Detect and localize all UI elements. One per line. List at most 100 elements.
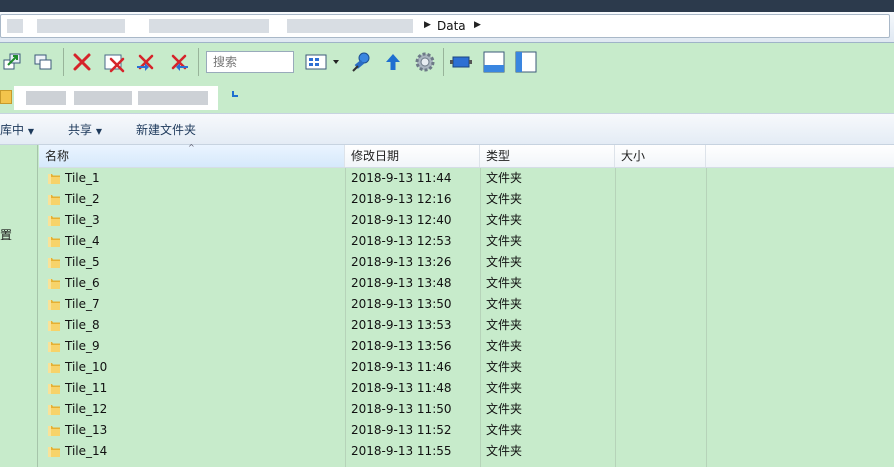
folder-icon: [47, 402, 61, 416]
file-modified: 2018-9-13 12:16: [351, 192, 452, 206]
breadcrumb-data[interactable]: Data: [437, 19, 466, 33]
delete-icon[interactable]: [69, 49, 95, 75]
side-panel-icon[interactable]: [513, 49, 539, 75]
folder-icon: [47, 234, 61, 248]
file-row[interactable]: Tile_10 2018-9-13 11:46 文件夹: [39, 357, 894, 378]
file-name: Tile_4: [65, 234, 100, 248]
restore-window-icon[interactable]: [0, 49, 26, 75]
file-modified: 2018-9-13 11:44: [351, 171, 452, 185]
file-row[interactable]: Tile_3 2018-9-13 12:40 文件夹: [39, 210, 894, 231]
breadcrumb-arrow-icon[interactable]: ▶: [474, 20, 481, 30]
file-row[interactable]: Tile_7 2018-9-13 13:50 文件夹: [39, 294, 894, 315]
file-type: 文件夹: [486, 339, 523, 353]
pin-icon[interactable]: [348, 49, 374, 75]
folder-icon: [47, 318, 61, 332]
column-header-size[interactable]: 大小: [615, 145, 706, 167]
file-modified: 2018-9-13 12:40: [351, 213, 452, 227]
file-name: Tile_1: [65, 171, 100, 185]
file-name: Tile_11: [65, 381, 108, 395]
file-type: 文件夹: [486, 171, 523, 185]
obscured-location-segment: [138, 91, 208, 105]
file-row[interactable]: Tile_13 2018-9-13 11:52 文件夹: [39, 420, 894, 441]
file-row[interactable]: Tile_14 2018-9-13 11:55 文件夹: [39, 441, 894, 462]
settings-gear-icon[interactable]: [412, 49, 438, 75]
screen-icon[interactable]: [448, 49, 474, 75]
file-type: 文件夹: [486, 213, 523, 227]
file-row[interactable]: Tile_5 2018-9-13 13:26 文件夹: [39, 252, 894, 273]
up-arrow-icon[interactable]: [380, 49, 406, 75]
obscured-path-segment: [287, 19, 413, 33]
obscured-location-segment: [26, 91, 66, 105]
file-type: 文件夹: [486, 360, 523, 374]
file-name: Tile_8: [65, 318, 100, 332]
cascade-windows-icon[interactable]: [30, 49, 56, 75]
search-input[interactable]: [206, 51, 294, 73]
file-modified: 2018-9-13 13:50: [351, 297, 452, 311]
include-in-library-label: 库中: [0, 123, 25, 137]
file-type: 文件夹: [486, 318, 523, 332]
obscured-path-segment: [37, 19, 125, 33]
file-modified: 2018-9-13 11:55: [351, 444, 452, 458]
column-name-label: 名称: [45, 149, 70, 163]
folder-icon: [47, 171, 61, 185]
file-modified: 2018-9-13 11:52: [351, 423, 452, 437]
file-row[interactable]: Tile_1 2018-9-13 11:44 文件夹: [39, 168, 894, 189]
file-type: 文件夹: [486, 276, 523, 290]
cursor-icon: [232, 91, 238, 97]
bottom-panel-icon[interactable]: [481, 49, 507, 75]
view-menu-icon[interactable]: [303, 49, 343, 75]
folder-icon: [47, 423, 61, 437]
file-name: Tile_14: [65, 444, 108, 458]
toolbar-divider: [63, 48, 64, 76]
file-modified: 2018-9-13 13:53: [351, 318, 452, 332]
file-type: 文件夹: [486, 402, 523, 416]
file-name: Tile_7: [65, 297, 100, 311]
delete-left-icon[interactable]: [133, 49, 159, 75]
location-field[interactable]: [14, 86, 218, 110]
breadcrumb-arrow-icon[interactable]: ▶: [424, 20, 431, 30]
folder-icon: [47, 297, 61, 311]
file-modified: 2018-9-13 12:53: [351, 234, 452, 248]
nav-item-partial[interactable]: 置: [0, 226, 12, 243]
file-modified: 2018-9-13 11:50: [351, 402, 452, 416]
toolbar-divider: [443, 48, 444, 76]
column-header-type[interactable]: 类型: [480, 145, 615, 167]
column-header-modified[interactable]: 修改日期: [345, 145, 480, 167]
obscured-path-segment: [7, 19, 23, 33]
file-name: Tile_2: [65, 192, 100, 206]
new-folder-button[interactable]: 新建文件夹: [136, 121, 196, 138]
file-type: 文件夹: [486, 297, 523, 311]
delete-window-icon[interactable]: [101, 49, 127, 75]
share-label: 共享: [68, 123, 93, 137]
file-modified: 2018-9-13 13:26: [351, 255, 452, 269]
folder-icon: [0, 90, 12, 104]
include-in-library-button[interactable]: 库中 ▼: [0, 121, 34, 138]
file-modified: 2018-9-13 13:48: [351, 276, 452, 290]
file-type: 文件夹: [486, 444, 523, 458]
file-row[interactable]: Tile_11 2018-9-13 11:48 文件夹: [39, 378, 894, 399]
file-row[interactable]: Tile_6 2018-9-13 13:48 文件夹: [39, 273, 894, 294]
address-box[interactable]: ▶ Data ▶: [0, 14, 890, 38]
folder-icon: [47, 360, 61, 374]
file-type: 文件夹: [486, 255, 523, 269]
delete-right-icon[interactable]: [166, 49, 192, 75]
column-header-name[interactable]: 名称 ^: [39, 143, 345, 167]
file-type: 文件夹: [486, 234, 523, 248]
file-row[interactable]: Tile_8 2018-9-13 13:53 文件夹: [39, 315, 894, 336]
file-row[interactable]: Tile_4 2018-9-13 12:53 文件夹: [39, 231, 894, 252]
chevron-down-icon: ▼: [95, 127, 102, 136]
file-modified: 2018-9-13 11:46: [351, 360, 452, 374]
file-type: 文件夹: [486, 192, 523, 206]
file-row[interactable]: Tile_12 2018-9-13 11:50 文件夹: [39, 399, 894, 420]
share-button[interactable]: 共享 ▼: [68, 121, 102, 138]
column-header: 名称 ^ 修改日期 类型 大小: [39, 143, 894, 168]
file-row[interactable]: Tile_9 2018-9-13 13:56 文件夹: [39, 336, 894, 357]
file-name: Tile_9: [65, 339, 100, 353]
file-row[interactable]: Tile_2 2018-9-13 12:16 文件夹: [39, 189, 894, 210]
obscured-location-segment: [74, 91, 132, 105]
toolbar: [0, 44, 894, 80]
folder-icon: [47, 192, 61, 206]
file-modified: 2018-9-13 11:48: [351, 381, 452, 395]
file-type: 文件夹: [486, 423, 523, 437]
chevron-down-icon: ▼: [27, 127, 34, 136]
